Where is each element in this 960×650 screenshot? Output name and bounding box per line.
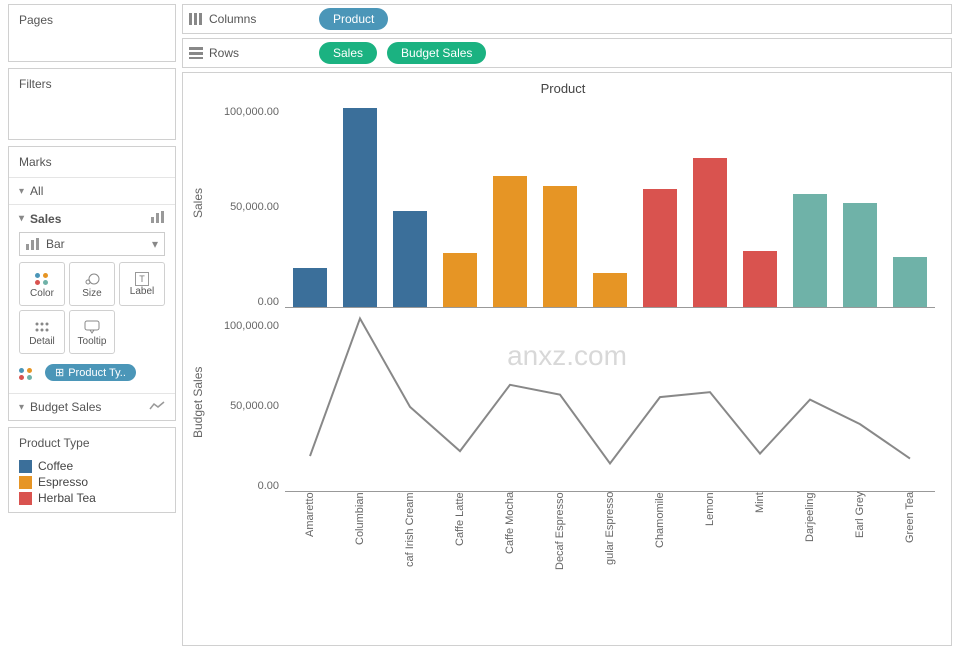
bar[interactable] [743, 251, 777, 307]
bar[interactable] [893, 257, 927, 307]
filters-label: Filters [9, 69, 175, 99]
bar-icon [26, 238, 40, 250]
budget-ylabel: Budget Sales [191, 312, 209, 492]
y-tick: 100,000.00 [224, 106, 279, 118]
x-tick: Amaretto [285, 492, 335, 604]
bar[interactable] [493, 176, 527, 307]
bar[interactable] [293, 268, 327, 307]
color-dots-icon [19, 368, 33, 380]
legend-item[interactable]: Espresso [19, 474, 165, 490]
detail-button[interactable]: Detail [19, 310, 65, 354]
legend-item[interactable]: Herbal Tea [19, 490, 165, 506]
y-tick: 0.00 [258, 296, 279, 308]
columns-label: Columns [209, 12, 256, 26]
marks-sales[interactable]: ▾ Sales [9, 204, 175, 232]
legend-swatch [19, 460, 32, 473]
product-type-pill[interactable]: ⊞ Product Ty.. [45, 364, 136, 381]
bar[interactable] [643, 189, 677, 307]
bar[interactable] [343, 108, 377, 307]
filters-panel: Filters [8, 68, 176, 140]
x-tick: gular Espresso [585, 492, 635, 604]
label-button[interactable]: T Label [119, 262, 165, 306]
y-tick: 0.00 [258, 480, 279, 492]
chart-area: Product Sales 100,000.00 50,000.00 0.00 Bu… [182, 72, 952, 646]
pill-product[interactable]: Product [319, 8, 388, 30]
detail-icon [35, 318, 49, 336]
columns-shelf[interactable]: Columns Product [182, 4, 952, 34]
columns-icon [189, 13, 203, 25]
sales-ylabel: Sales [191, 98, 209, 308]
size-icon [84, 270, 100, 288]
pill-budget-sales[interactable]: Budget Sales [387, 42, 486, 64]
bar[interactable] [793, 194, 827, 307]
x-tick: Columbian [335, 492, 385, 604]
x-tick: Lemon [685, 492, 735, 604]
marks-all-label: All [30, 184, 43, 198]
marks-budget-sales[interactable]: ▾ Budget Sales [9, 393, 175, 420]
sales-plot: Sales 100,000.00 50,000.00 0.00 [191, 98, 935, 308]
x-tick: caf Irish Cream [385, 492, 435, 604]
x-tick: Caffe Mocha [485, 492, 535, 604]
marks-panel: Marks ▾ All ▾ Sales Bar ▾ [8, 146, 176, 421]
color-button[interactable]: Color [19, 262, 65, 306]
y-tick: 100,000.00 [224, 320, 279, 332]
line-mark-icon [149, 400, 165, 414]
pill-sales[interactable]: Sales [319, 42, 377, 64]
bar[interactable] [693, 158, 727, 307]
grid-icon: ⊞ [55, 366, 64, 379]
bar[interactable] [443, 253, 477, 307]
x-tick: Decaf Espresso [535, 492, 585, 604]
y-tick: 50,000.00 [230, 201, 279, 213]
marks-sales-label: Sales [30, 212, 61, 226]
budget-plot: Budget Sales 100,000.00 50,000.00 0.00 [191, 312, 935, 492]
color-icon [35, 270, 49, 288]
x-axis: AmarettoColumbiancaf Irish CreamCaffe La… [285, 492, 935, 604]
x-tick: Caffe Latte [435, 492, 485, 604]
marks-label: Marks [9, 147, 175, 177]
legend-swatch [19, 476, 32, 489]
chevron-down-icon: ▾ [19, 213, 24, 224]
main: Columns Product Rows Sales Budget Sales … [182, 0, 960, 650]
legend-panel: Product Type Coffee Espresso Herbal Tea [8, 427, 176, 513]
legend-label: Coffee [38, 459, 73, 473]
x-tick: Earl Grey [835, 492, 885, 604]
rows-shelf[interactable]: Rows Sales Budget Sales [182, 38, 952, 68]
pages-panel: Pages [8, 4, 176, 62]
mark-type-select[interactable]: Bar ▾ [19, 232, 165, 256]
bar[interactable] [543, 186, 577, 307]
budget-line[interactable] [310, 318, 910, 463]
bar[interactable] [843, 203, 877, 307]
chevron-down-icon: ▾ [19, 186, 24, 197]
bar-mark-icon [151, 211, 165, 226]
x-tick: Darjeeling [785, 492, 835, 604]
legend-label: Herbal Tea [38, 491, 96, 505]
chart-title: Product [191, 81, 935, 96]
y-tick: 50,000.00 [230, 400, 279, 412]
marks-all[interactable]: ▾ All [9, 177, 175, 204]
tooltip-icon [84, 318, 100, 336]
x-tick: Chamomile [635, 492, 685, 604]
legend-swatch [19, 492, 32, 505]
tooltip-button[interactable]: Tooltip [69, 310, 115, 354]
chevron-down-icon: ▾ [19, 402, 24, 413]
mark-type-label: Bar [46, 237, 65, 251]
x-tick: Mint [735, 492, 785, 604]
x-tick: Green Tea [885, 492, 935, 604]
legend-item[interactable]: Coffee [19, 458, 165, 474]
label-icon: T [135, 272, 149, 286]
bar[interactable] [393, 211, 427, 307]
size-button[interactable]: Size [69, 262, 115, 306]
pages-label: Pages [9, 5, 175, 35]
rows-icon [189, 47, 203, 59]
bar[interactable] [593, 273, 627, 307]
sidebar: Pages Filters Marks ▾ All ▾ Sales Bar [0, 0, 182, 650]
budget-sales-label: Budget Sales [30, 400, 101, 414]
legend-title: Product Type [9, 428, 175, 458]
legend-label: Espresso [38, 475, 88, 489]
dropdown-arrow-icon: ▾ [152, 237, 158, 251]
rows-label: Rows [209, 46, 239, 60]
